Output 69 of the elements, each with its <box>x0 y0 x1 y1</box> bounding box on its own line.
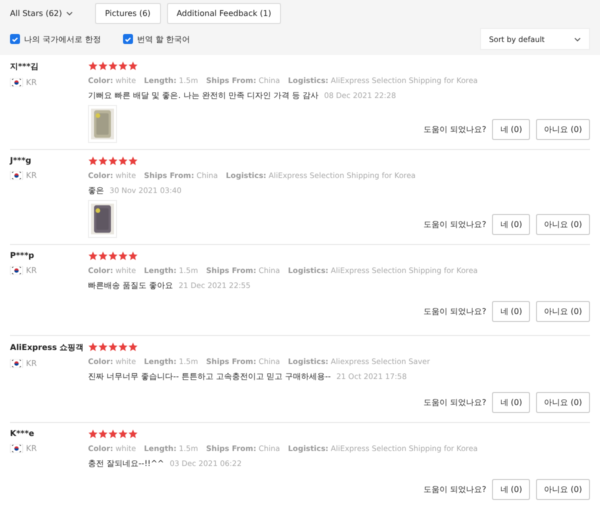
yes-button[interactable]: 네 (0) <box>492 479 530 500</box>
flag-icon <box>10 266 23 275</box>
country-code: KR <box>26 266 37 275</box>
star-icon <box>88 61 98 71</box>
star-icon <box>128 342 138 352</box>
yes-button[interactable]: 네 (0) <box>492 301 530 322</box>
star-filter-dropdown[interactable]: All Stars (62) <box>10 9 79 18</box>
checkbox-label: 번역 할 한국어 <box>137 34 190 44</box>
review-text: 기뻐요 빠른 배달 및 좋은. 나는 완전히 만족 디자인 가격 등 감사 <box>88 91 319 100</box>
checkbox[interactable] <box>10 34 20 44</box>
review-text: 빠른배송 품질도 좋아요 <box>88 281 174 290</box>
reviewer-name: 지***김 <box>10 61 40 72</box>
star-icon <box>128 156 138 166</box>
star-icon <box>98 342 108 352</box>
checkbox[interactable] <box>123 34 134 44</box>
helpful-question: 도움이 되었나요? <box>423 219 486 230</box>
country-code: KR <box>26 444 37 453</box>
flag-icon <box>10 78 23 87</box>
yes-button[interactable]: 네 (0) <box>492 392 530 413</box>
star-icon <box>118 61 128 71</box>
star-icon <box>118 429 128 439</box>
reviewer-name: K***e <box>10 429 36 438</box>
caret-icon <box>574 36 581 42</box>
star-icon <box>118 251 128 261</box>
star-icon <box>108 61 118 71</box>
star-icon <box>128 61 138 71</box>
star-icon <box>128 429 138 439</box>
star-icon <box>98 429 108 439</box>
reviewer-name: P***p <box>10 251 36 260</box>
star-icon <box>88 251 98 261</box>
no-button[interactable]: 아니요 (0) <box>536 392 590 413</box>
review-text: 진짜 너무너무 좋습니다-- 튼튼하고 고속충전이고 믿고 구매하세용-- <box>88 372 331 381</box>
no-button[interactable]: 아니요 (0) <box>536 301 590 322</box>
flag-icon <box>10 444 23 453</box>
helpful-question: 도움이 되었나요? <box>423 306 486 317</box>
helpful-question: 도움이 되었나요? <box>423 484 486 495</box>
star-icon <box>118 342 128 352</box>
flag-icon <box>10 171 23 180</box>
yes-button[interactable]: 네 (0) <box>492 119 530 140</box>
filter-button[interactable]: Additional Feedback (1) <box>166 3 282 24</box>
star-icon <box>88 156 98 166</box>
star-icon <box>98 156 108 166</box>
star-icon <box>98 61 108 71</box>
filter-button[interactable]: Pictures (6) <box>95 3 161 24</box>
star-icon <box>98 251 108 261</box>
reviewer-name: AliExpress 쇼핑객 <box>10 342 85 353</box>
country-code: KR <box>26 359 37 368</box>
yes-button[interactable]: 네 (0) <box>492 214 530 235</box>
star-icon <box>88 429 98 439</box>
country-code: KR <box>26 171 37 180</box>
helpful-question: 도움이 되었나요? <box>423 397 486 408</box>
caret-icon <box>66 11 73 16</box>
no-button[interactable]: 아니요 (0) <box>536 479 590 500</box>
helpful-question: 도움이 되었나요? <box>423 124 486 135</box>
star-icon <box>108 342 118 352</box>
review-text: 좋은 <box>88 186 104 195</box>
reviewer-name: J***g <box>10 156 32 165</box>
flag-icon <box>10 359 23 368</box>
star-icon <box>88 342 98 352</box>
review-text: 충전 잘되네요--!!^^ <box>88 459 164 468</box>
no-button[interactable]: 아니요 (0) <box>536 119 590 140</box>
star-icon <box>108 429 118 439</box>
country-code: KR <box>26 78 37 87</box>
star-icon <box>128 251 138 261</box>
star-icon <box>108 251 118 261</box>
star-icon <box>108 156 118 166</box>
no-button[interactable]: 아니요 (0) <box>536 214 590 235</box>
checkbox-label: 나의 국가에서로 한정 <box>24 34 102 44</box>
star-icon <box>118 156 128 166</box>
